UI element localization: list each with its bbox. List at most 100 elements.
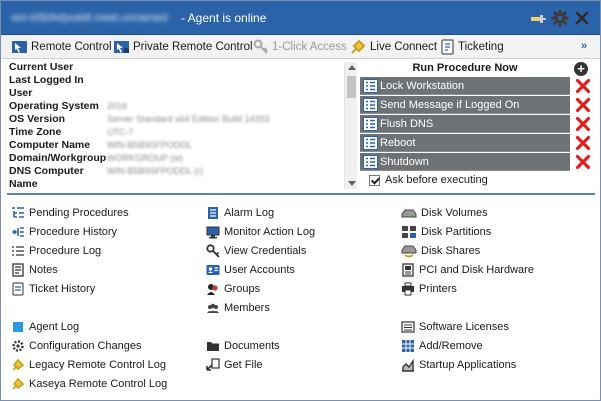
link-alarm-log[interactable]: Alarm Log — [206, 205, 274, 221]
title-bar: win-b5b9sfpoddl.meet.unnamed - Agent is … — [1, 1, 600, 35]
agent-window: win-b5b9sfpoddl.meet.unnamed - Agent is … — [0, 0, 601, 401]
monitor-action-log-icon — [206, 226, 220, 239]
link-label: Agent Log — [29, 321, 80, 333]
scroll-down-icon[interactable] — [348, 181, 356, 186]
toolbar-more-button[interactable]: » — [581, 40, 587, 52]
link-procedure-log[interactable]: Procedure Log — [11, 243, 101, 259]
link-label: Disk Shares — [421, 245, 481, 257]
link-legacy-remote-control-log[interactable]: Legacy Remote Control Log — [11, 357, 166, 373]
procedure-log-icon — [12, 246, 24, 256]
agent-log-icon — [13, 322, 23, 332]
configuration-changes-icon — [12, 340, 24, 352]
link-kaseya-remote-control-log[interactable]: Kaseya Remote Control Log — [11, 376, 167, 392]
live-connect-button[interactable]: Live Connect — [350, 39, 437, 55]
kaseya-remote-control-log-icon — [12, 377, 25, 390]
link-monitor-action-log[interactable]: Monitor Action Log — [206, 224, 315, 240]
get-file-icon — [206, 358, 220, 371]
printer-icon — [402, 282, 414, 296]
link-user-accounts[interactable]: User Accounts — [206, 262, 295, 278]
info-row: Name — [7, 178, 347, 191]
procedure-history-icon — [12, 227, 24, 237]
link-label: PCI and Disk Hardware — [419, 264, 534, 276]
link-label: Legacy Remote Control Log — [29, 359, 166, 371]
info-label: User — [9, 87, 33, 99]
link-label: Procedure History — [29, 226, 118, 238]
procedure-reboot-button[interactable]: Reboot — [360, 134, 570, 152]
procedure-send-message-button[interactable]: Send Message if Logged On — [360, 96, 570, 114]
info-label: Last Logged In — [9, 74, 84, 86]
link-startup-applications[interactable]: Startup Applications — [401, 357, 516, 373]
link-pending-procedures[interactable]: Pending Procedures — [11, 205, 129, 221]
delete-icon[interactable] — [575, 116, 591, 132]
legacy-remote-control-log-icon — [12, 358, 25, 371]
link-disk-volumes[interactable]: Disk Volumes — [401, 205, 488, 221]
link-members[interactable]: Members — [206, 300, 270, 316]
ticketing-button[interactable]: Ticketing — [440, 39, 504, 55]
scroll-thumb[interactable] — [347, 76, 356, 98]
link-label: Procedure Log — [29, 245, 102, 257]
ask-before-executing-checkbox[interactable]: Ask before executing — [369, 174, 488, 186]
checkbox-box[interactable] — [369, 174, 380, 186]
procedure-flush-dns-button[interactable]: Flush DNS — [360, 115, 570, 133]
remote-control-button[interactable]: Remote Control — [11, 39, 112, 55]
link-groups[interactable]: Groups — [206, 281, 260, 297]
link-label: Kaseya Remote Control Log — [29, 378, 168, 390]
link-software-licenses[interactable]: Software Licenses — [401, 319, 509, 335]
remote-control-icon — [12, 41, 27, 53]
link-notes[interactable]: Notes — [11, 262, 58, 278]
procedure-label: Send Message if Logged On — [380, 99, 520, 111]
link-label: Groups — [224, 283, 261, 295]
delete-icon[interactable] — [575, 154, 591, 170]
link-procedure-history[interactable]: Procedure History — [11, 224, 117, 240]
procedure-list-icon — [363, 98, 378, 112]
link-add-remove[interactable]: Add/Remove — [401, 338, 483, 354]
link-label: Printers — [419, 283, 457, 295]
procedure-lock-workstation-button[interactable]: Lock Workstation — [360, 77, 570, 95]
agent-status: - Agent is online — [181, 11, 267, 25]
private-remote-control-button[interactable]: Private Remote Control — [113, 39, 253, 55]
delete-icon[interactable] — [575, 97, 591, 113]
add-procedure-icon[interactable]: + — [574, 62, 588, 76]
info-value: WIN-B5B9SFPODDL — [107, 140, 193, 150]
agent-info-panel: Current User Last Logged In User Operati… — [7, 61, 357, 191]
one-click-access-icon — [253, 39, 268, 54]
link-get-file[interactable]: Get File — [206, 357, 263, 373]
gear-icon[interactable] — [551, 9, 569, 27]
info-value: Server Standard x64 Edition Build 14393 — [107, 114, 270, 124]
info-row: DNS Computer WIN-B5B9SFPODDL (r) — [7, 165, 347, 178]
link-configuration-changes[interactable]: Configuration Changes — [11, 338, 142, 354]
delete-icon[interactable] — [575, 135, 591, 151]
ticketing-label: Ticketing — [458, 41, 504, 53]
private-remote-control-icon — [114, 41, 129, 53]
scroll-up-icon[interactable] — [348, 65, 356, 70]
pin-icon[interactable] — [529, 9, 547, 27]
link-label: Software Licenses — [419, 321, 509, 333]
link-pci-and-disk-hardware[interactable]: PCI and Disk Hardware — [401, 262, 534, 278]
procedure-list-icon — [363, 155, 378, 169]
link-label: View Credentials — [224, 245, 307, 257]
info-scrollbar[interactable] — [344, 62, 357, 189]
link-label: Add/Remove — [419, 340, 483, 352]
link-label: Disk Partitions — [421, 226, 492, 238]
one-click-access-label: 1-Click Access — [272, 41, 347, 53]
close-icon[interactable] — [574, 9, 590, 27]
ticketing-icon — [441, 39, 454, 55]
link-documents[interactable]: Documents — [206, 338, 280, 354]
section-divider — [7, 193, 595, 195]
notes-icon — [12, 263, 24, 277]
info-row: Computer Name WIN-B5B9SFPODDL — [7, 139, 347, 152]
link-printers[interactable]: Printers — [401, 281, 457, 297]
link-disk-shares[interactable]: Disk Shares — [401, 243, 480, 259]
link-disk-partitions[interactable]: Disk Partitions — [401, 224, 491, 240]
link-ticket-history[interactable]: Ticket History — [11, 281, 95, 297]
info-row: OS Version Server Standard x64 Edition B… — [7, 113, 347, 126]
members-icon — [207, 303, 219, 313]
link-view-credentials[interactable]: View Credentials — [206, 243, 306, 259]
procedure-shutdown-button[interactable]: Shutdown — [360, 153, 570, 171]
info-row: Operating System 2016 — [7, 100, 347, 113]
toolbar: Remote Control Private Remote Control 1-… — [1, 35, 600, 59]
link-agent-log[interactable]: Agent Log — [11, 319, 79, 335]
delete-icon[interactable] — [575, 78, 591, 94]
procedure-label: Shutdown — [380, 156, 429, 168]
one-click-access-button: 1-Click Access — [253, 39, 347, 55]
